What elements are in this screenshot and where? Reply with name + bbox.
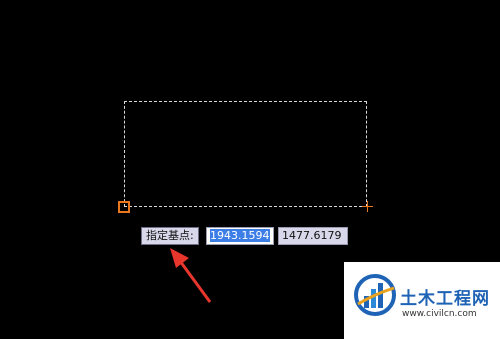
watermark-url: www.civilcn.com <box>402 309 477 319</box>
civilcn-logo-icon <box>354 274 396 316</box>
watermark-logo: 土木工程网 www.civilcn.com <box>344 262 500 339</box>
watermark-title: 土木工程网 <box>400 289 490 309</box>
